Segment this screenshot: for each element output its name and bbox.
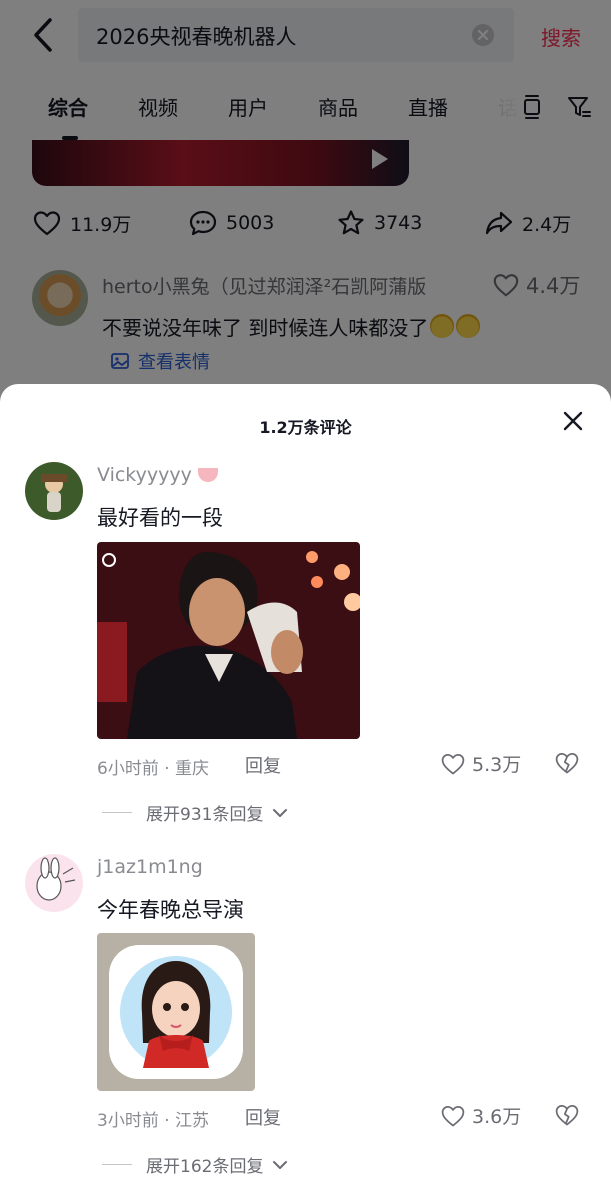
- reply-button[interactable]: 回复: [245, 752, 281, 778]
- tab-video[interactable]: 视频: [138, 92, 178, 121]
- tab-products[interactable]: 商品: [318, 92, 358, 121]
- chevron-down-icon: [273, 1160, 288, 1169]
- comment-text: 今年春晚总导演: [97, 898, 244, 922]
- filter-icon[interactable]: [566, 94, 591, 120]
- layout-icon[interactable]: [520, 94, 544, 120]
- search-query-text: 2026央视春晚机器人: [96, 25, 297, 49]
- favorite-count: 3743: [374, 212, 423, 234]
- comment-text: 最好看的一段: [97, 506, 223, 530]
- avatar[interactable]: [25, 854, 83, 912]
- comments-count-title: 1.2万条评论: [259, 418, 352, 437]
- comment-icon: [189, 210, 217, 236]
- broken-heart-icon[interactable]: [554, 1102, 580, 1128]
- divider: [102, 1164, 132, 1165]
- comment-like-button[interactable]: 5.3万: [440, 750, 521, 777]
- like-stat[interactable]: 11.9万: [32, 208, 131, 238]
- avatar[interactable]: [25, 462, 83, 520]
- tab-users[interactable]: 用户: [228, 92, 268, 121]
- play-icon[interactable]: [366, 146, 392, 172]
- comment-meta: 3小时前 · 江苏: [97, 1111, 210, 1131]
- comment-like-count: 3.6万: [472, 1106, 522, 1128]
- preview-username[interactable]: herto小黑兔（见过郑润泽²石凯阿蒲版: [102, 272, 426, 299]
- preview-like-count: 4.4万: [526, 274, 581, 298]
- star-icon: [338, 210, 364, 235]
- divider: [102, 812, 132, 813]
- comment-image[interactable]: [97, 933, 255, 1091]
- expand-replies-button[interactable]: 展开931条回复: [102, 800, 289, 825]
- comment-count: 5003: [226, 212, 275, 234]
- comment-username[interactable]: j1az1m1ng: [97, 856, 203, 878]
- preview-comment-text: 不要说没年味了 到时候连人味都没了: [102, 312, 481, 341]
- expand-replies-label: 展开162条回复: [146, 1157, 264, 1177]
- avatar[interactable]: [32, 270, 88, 326]
- heart-icon: [441, 753, 465, 774]
- heart-icon: [33, 211, 61, 236]
- like-count: 11.9万: [70, 213, 132, 236]
- reply-button[interactable]: 回复: [245, 1104, 281, 1130]
- tab-fade: [492, 84, 522, 128]
- tab-live[interactable]: 直播: [408, 92, 448, 121]
- smile-emoji-icon: [456, 314, 481, 338]
- result-tabs: 综合 视频 用户 商品 直播 话: [0, 84, 611, 140]
- comment-meta: 6小时前 · 重庆: [97, 759, 210, 779]
- comments-sheet: 1.2万条评论 Vickyyyyy 最好看的一段 6小时前 · 重庆 回复 5.…: [0, 384, 611, 1199]
- share-count: 2.4万: [522, 213, 572, 236]
- tab-comprehensive[interactable]: 综合: [48, 92, 88, 121]
- back-arrow-icon[interactable]: [28, 16, 60, 54]
- heart-icon: [493, 274, 519, 297]
- comment-image[interactable]: [97, 542, 360, 739]
- video-thumbnail[interactable]: [32, 140, 409, 186]
- close-icon[interactable]: [560, 408, 586, 434]
- post-stats: 11.9万 5003 3743 2.4万: [0, 208, 611, 248]
- search-button[interactable]: 搜索: [541, 22, 581, 51]
- chevron-down-icon: [273, 808, 288, 817]
- preview-text-content: 不要说没年味了 到时候连人味都没了: [102, 316, 429, 340]
- comment-like-button[interactable]: 3.6万: [440, 1102, 521, 1129]
- share-stat[interactable]: 2.4万: [484, 208, 571, 238]
- bowl-emoji-icon: [197, 468, 218, 482]
- preview-like-button[interactable]: 4.4万: [492, 270, 580, 300]
- comment-item: Vickyyyyy 最好看的一段 6小时前 · 重庆 回复 5.3万 展开931…: [0, 462, 611, 825]
- share-icon: [485, 211, 513, 235]
- image-icon: [111, 353, 129, 369]
- view-sticker-label: 查看表情: [138, 352, 210, 373]
- background-page: 2026央视春晚机器人 搜索 综合 视频 用户 商品 直播 话 11.9万 50…: [0, 0, 611, 400]
- favorite-stat[interactable]: 3743: [336, 208, 422, 238]
- heart-icon: [441, 1105, 465, 1126]
- comment-item: j1az1m1ng 今年春晚总导演 3小时前 · 江苏 回复 3.6万 展开16…: [0, 854, 611, 1184]
- search-input[interactable]: 2026央视春晚机器人: [78, 8, 514, 62]
- smile-emoji-icon: [430, 314, 455, 338]
- expand-replies-button[interactable]: 展开162条回复: [102, 1152, 289, 1177]
- comment-like-count: 5.3万: [472, 754, 522, 776]
- broken-heart-icon[interactable]: [554, 750, 580, 776]
- comment-stat[interactable]: 5003: [188, 208, 274, 238]
- comment-username[interactable]: Vickyyyyy: [97, 464, 218, 486]
- expand-replies-label: 展开931条回复: [146, 805, 264, 825]
- view-sticker-link[interactable]: 查看表情: [110, 348, 210, 374]
- clear-icon[interactable]: [472, 24, 494, 46]
